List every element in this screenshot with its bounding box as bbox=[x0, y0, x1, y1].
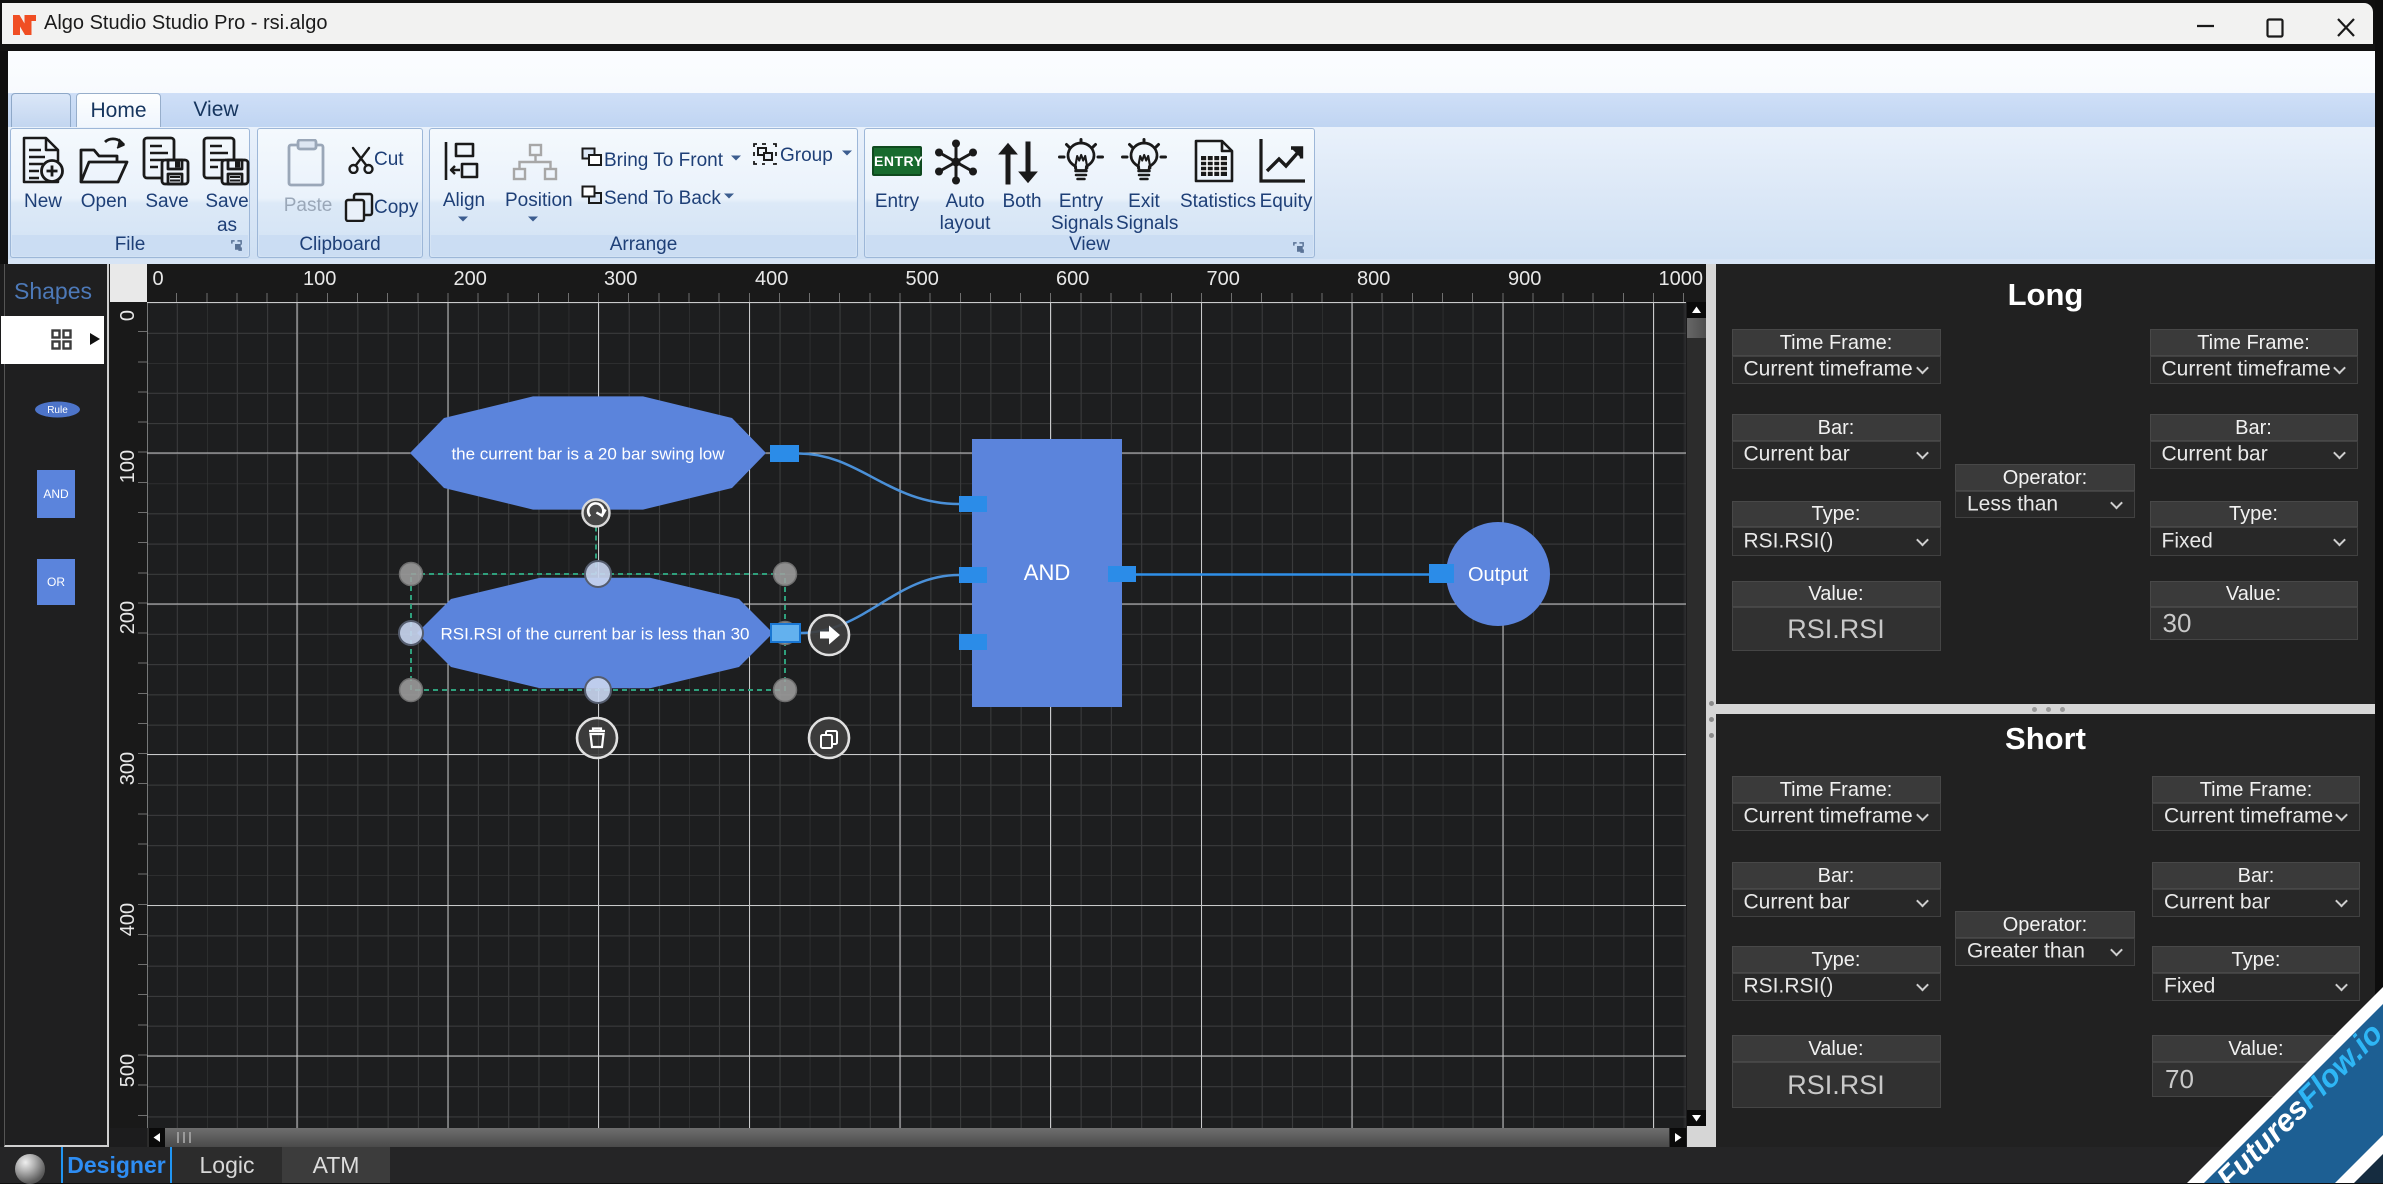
svg-text:Rule: Rule bbox=[47, 405, 68, 416]
svg-text:RSI.RSI of the current bar is: RSI.RSI of the current bar is less than … bbox=[441, 625, 750, 644]
svg-text:the current bar is a 20 bar sw: the current bar is a 20 bar swing low bbox=[451, 445, 725, 464]
svg-text:Output: Output bbox=[1468, 564, 1528, 586]
svg-text:AND: AND bbox=[1024, 560, 1070, 585]
